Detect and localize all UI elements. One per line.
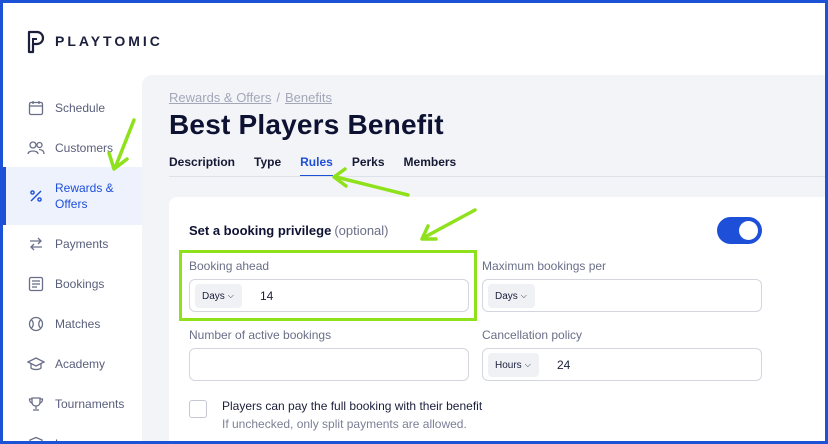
section-title-text: Set a booking privilege xyxy=(189,223,332,238)
chevron-down-icon: ⌵ xyxy=(524,360,531,369)
shield-icon xyxy=(27,435,45,441)
users-icon xyxy=(27,139,45,157)
full-booking-checkbox[interactable] xyxy=(189,400,207,418)
max-bookings-field[interactable]: Days ⌵ xyxy=(482,279,762,312)
tab-rules[interactable]: Rules xyxy=(300,155,333,177)
sidebar-item-schedule[interactable]: Schedule xyxy=(3,88,142,128)
cancellation-policy-field[interactable]: Hours ⌵ 24 xyxy=(482,348,762,381)
tabs-divider xyxy=(169,176,825,177)
sidebar-item-label: Leagues xyxy=(55,437,102,444)
sidebar-item-label: Academy xyxy=(55,357,106,371)
app-frame: PLAYTOMIC Schedule Customers Rewards & O… xyxy=(0,0,828,444)
trophy-icon xyxy=(27,395,45,413)
optional-label: (optional) xyxy=(334,223,389,238)
breadcrumb-separator: / xyxy=(276,90,280,105)
max-bookings-unit-select[interactable]: Days ⌵ xyxy=(488,284,535,308)
unit-select-value: Days xyxy=(495,290,518,302)
tab-perks[interactable]: Perks xyxy=(352,155,385,177)
sidebar-item-label: Customers xyxy=(55,141,114,155)
max-bookings-label: Maximum bookings per xyxy=(482,259,607,273)
chevron-down-icon: ⌵ xyxy=(520,291,527,300)
sidebar-item-rewards-offers[interactable]: Rewards & Offers xyxy=(3,167,142,225)
page-title: Best Players Benefit xyxy=(169,109,444,140)
breadcrumb-link-rewards-offers[interactable]: Rewards & Offers xyxy=(169,90,271,105)
tab-bar: Description Type Rules Perks Members xyxy=(169,155,475,177)
toggle-knob xyxy=(739,221,758,240)
booking-privilege-toggle[interactable] xyxy=(717,217,762,244)
section-title: Set a booking privilege (optional) xyxy=(189,223,389,238)
unit-select-value: Hours xyxy=(495,359,522,371)
brand-name: PLAYTOMIC xyxy=(55,33,163,49)
cancellation-unit-select[interactable]: Hours ⌵ xyxy=(488,353,539,377)
sidebar-item-tournaments[interactable]: Tournaments xyxy=(3,384,142,424)
calendar-icon xyxy=(27,99,45,117)
sidebar-item-leagues[interactable]: Leagues xyxy=(3,424,142,444)
ball-icon xyxy=(27,315,45,333)
sidebar-item-label: Tournaments xyxy=(55,397,125,411)
sidebar-item-matches[interactable]: Matches xyxy=(3,304,142,344)
transfer-icon xyxy=(27,235,45,253)
tab-description[interactable]: Description xyxy=(169,155,235,177)
sidebar: Schedule Customers Rewards & Offers Paym… xyxy=(3,75,142,444)
sidebar-item-customers[interactable]: Customers xyxy=(3,128,142,168)
breadcrumb: Rewards & Offers / Benefits xyxy=(169,90,332,105)
booking-ahead-highlight xyxy=(179,250,477,321)
sidebar-item-payments[interactable]: Payments xyxy=(3,224,142,264)
playtomic-logo-icon xyxy=(27,30,45,54)
breadcrumb-link-benefits[interactable]: Benefits xyxy=(285,90,332,105)
full-booking-label: Players can pay the full booking with th… xyxy=(222,399,483,413)
percent-icon xyxy=(27,187,45,205)
cancellation-policy-label: Cancellation policy xyxy=(482,328,583,342)
active-bookings-label: Number of active bookings xyxy=(189,328,332,342)
sidebar-item-label: Schedule xyxy=(55,101,106,115)
full-booking-help: If unchecked, only split payments are al… xyxy=(222,417,467,431)
tab-type[interactable]: Type xyxy=(254,155,281,177)
active-bookings-input[interactable] xyxy=(189,348,469,381)
list-icon xyxy=(27,275,45,293)
sidebar-item-label: Payments xyxy=(55,237,109,251)
sidebar-item-label: Bookings xyxy=(55,277,105,291)
tab-members[interactable]: Members xyxy=(404,155,457,177)
sidebar-item-label: Rewards & Offers xyxy=(55,181,114,211)
cancellation-policy-value: 24 xyxy=(557,358,571,372)
sidebar-item-academy[interactable]: Academy xyxy=(3,344,142,384)
top-bar: PLAYTOMIC xyxy=(3,3,825,75)
graduation-cap-icon xyxy=(27,355,45,373)
sidebar-item-label: Matches xyxy=(55,317,101,331)
sidebar-item-bookings[interactable]: Bookings xyxy=(3,264,142,304)
